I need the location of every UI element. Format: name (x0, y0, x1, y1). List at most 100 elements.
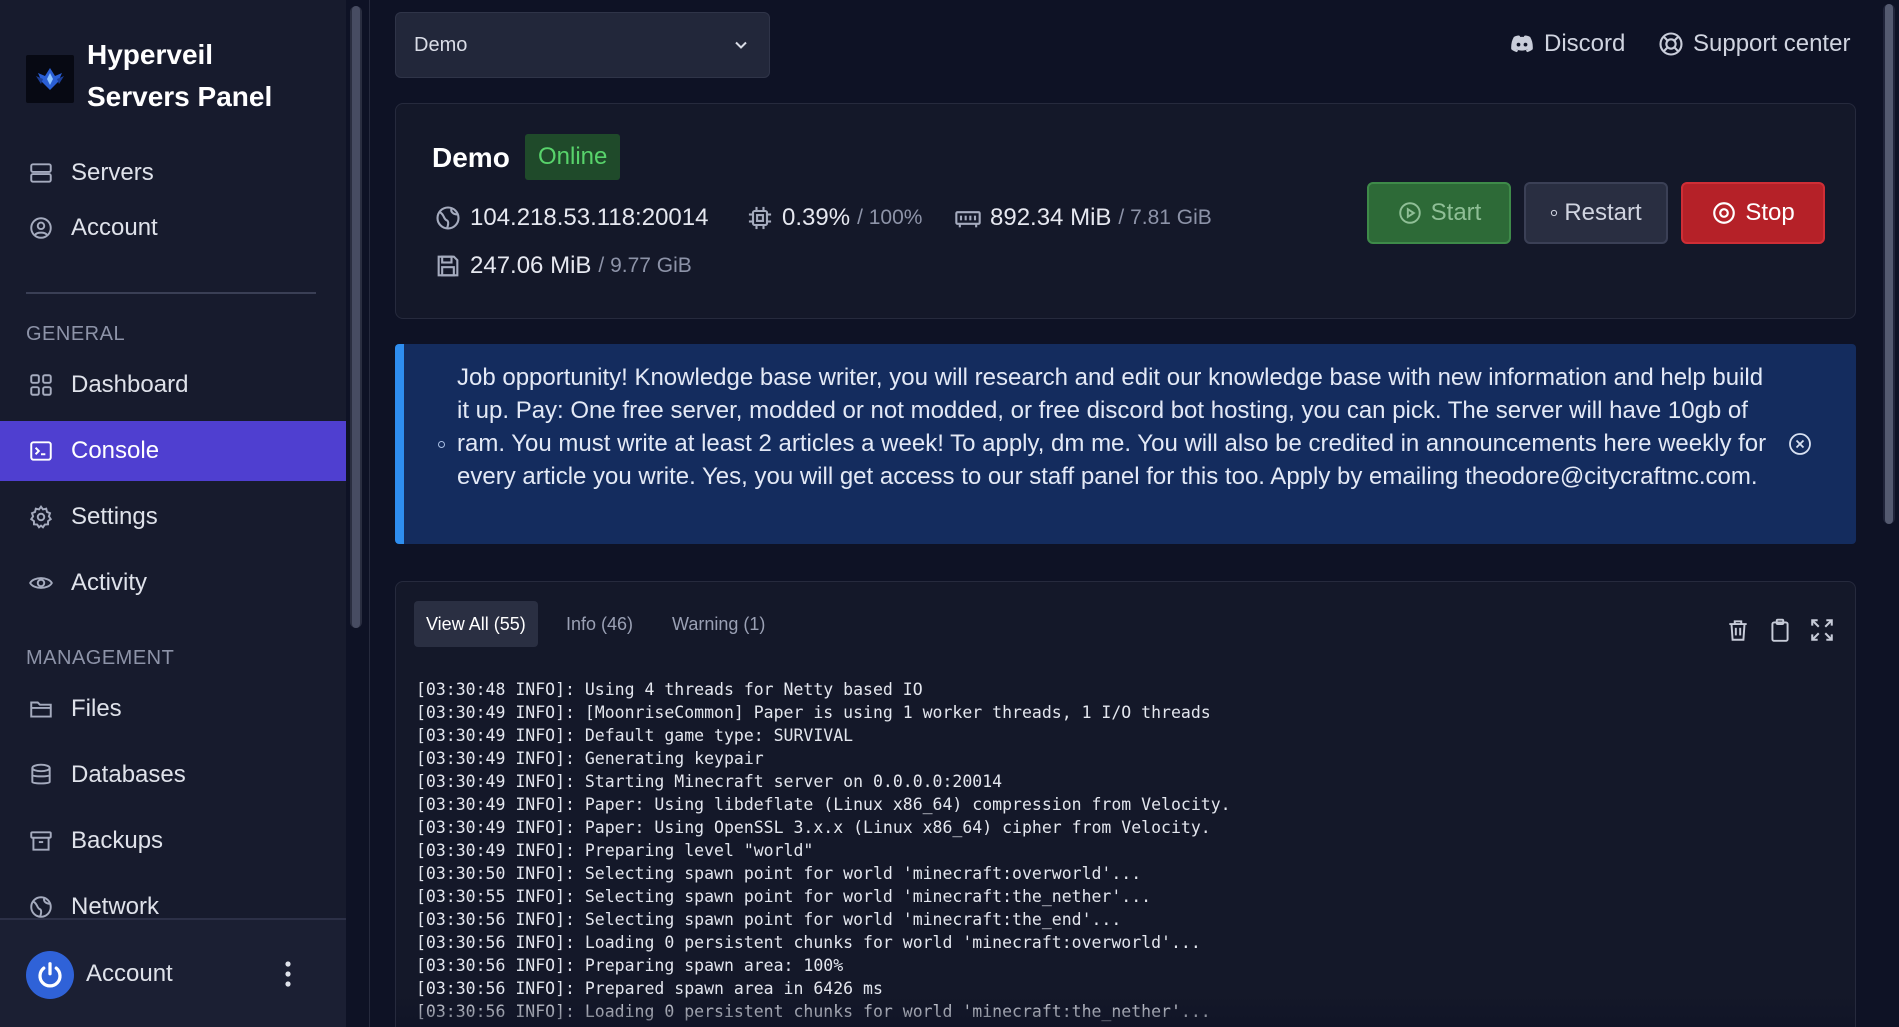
stop-label: Stop (1745, 199, 1795, 226)
sidebar-scrollbar-thumb[interactable] (352, 6, 360, 628)
gear-icon (28, 504, 54, 530)
restart-label: Restart (1564, 199, 1642, 226)
sidebar-item-label: Console (71, 437, 160, 464)
user-circle-icon (28, 215, 54, 241)
sidebar-item-dashboard[interactable]: Dashboard (0, 355, 346, 415)
sidebar-item-label: Account (71, 214, 158, 241)
user-name: Account (86, 960, 173, 987)
stop-button[interactable]: Stop (1681, 182, 1825, 244)
user-bar: Account (0, 918, 346, 1027)
console-line: [03:30:55 INFO]: Selecting spawn point f… (416, 887, 1152, 906)
sidebar-item-label: Files (71, 695, 122, 722)
folder-icon (28, 696, 54, 722)
cpu-stat: 0.39% / 100% (746, 204, 922, 232)
console-card: [03:30:48 INFO]: Using 4 threads for Net… (395, 581, 1856, 1027)
sidebar-item-label: Databases (71, 761, 186, 788)
sidebar-separator (369, 0, 370, 1027)
sidebar-item-servers[interactable]: Servers (0, 143, 346, 203)
discord-link[interactable]: Discord (1508, 30, 1625, 58)
disk-stat: 247.06 MiB / 9.77 GiB (434, 252, 692, 280)
globe-icon (434, 204, 462, 232)
tab-view-all[interactable]: View All (55) (414, 601, 538, 647)
console-line: [03:30:49 INFO]: Generating keypair (416, 749, 764, 768)
console-line: [03:30:56 INFO]: Selecting spawn point f… (416, 910, 1122, 929)
floppy-disk-icon (434, 252, 462, 280)
support-center-label: Support center (1693, 30, 1851, 57)
support-center-link[interactable]: Support center (1657, 30, 1850, 58)
memory-limit: / 7.81 GiB (1118, 206, 1212, 229)
brand[interactable]: Hyperveil Servers Panel (26, 34, 272, 118)
console-line: [03:30:56 INFO]: Preparing spawn area: 1… (416, 956, 844, 975)
brand-name-line1: Hyperveil (87, 39, 214, 70)
memory-icon (954, 204, 982, 232)
announcement-text: Job opportunity! Knowledge base writer, … (457, 364, 1767, 490)
server-select-value: Demo (414, 33, 468, 56)
memory-value: 892.34 MiB (990, 204, 1112, 231)
console-line: [03:30:50 INFO]: Selecting spawn point f… (416, 864, 1142, 883)
sidebar-item-files[interactable]: Files (0, 679, 346, 739)
status-badge: Online (525, 134, 621, 180)
more-options-icon[interactable] (282, 958, 294, 990)
server-card: Demo Online 104.218.53.118:20014 0.39% /… (395, 103, 1856, 319)
clipboard-icon[interactable] (1767, 616, 1793, 644)
sidebar-item-console[interactable]: Console (0, 421, 346, 481)
sidebar-item-backups[interactable]: Backups (0, 811, 346, 871)
sidebar-item-label: Dashboard (71, 371, 189, 398)
sidebar-item-label: Network (71, 893, 160, 920)
chevron-down-icon (731, 35, 751, 55)
server-select[interactable]: Demo (395, 12, 770, 78)
start-button[interactable]: Start (1367, 182, 1511, 244)
disk-limit: / 9.77 GiB (598, 254, 692, 277)
sidebar-item-activity[interactable]: Activity (0, 553, 346, 613)
alert-bullet-icon (438, 441, 445, 448)
tab-info[interactable]: Info (46) (554, 601, 645, 647)
database-icon (28, 762, 54, 788)
sidebar-item-label: Backups (71, 827, 164, 854)
terminal-icon (28, 438, 54, 464)
discord-icon (1508, 30, 1536, 58)
console-line: [03:30:49 INFO]: Preparing level "world" (416, 841, 814, 860)
sidebar-item-settings[interactable]: Settings (0, 487, 346, 547)
play-circle-icon (1397, 200, 1423, 226)
eye-icon (28, 570, 54, 596)
avatar[interactable] (26, 951, 74, 999)
sidebar-item-label: Servers (71, 159, 154, 186)
console-line: [03:30:56 INFO]: Loading 0 persistent ch… (416, 1002, 1211, 1021)
server-address: 104.218.53.118:20014 (434, 204, 708, 232)
sidebar-item-account[interactable]: Account (0, 198, 346, 258)
console-line: [03:30:48 INFO]: Using 4 threads for Net… (416, 680, 923, 699)
trash-icon[interactable] (1725, 616, 1751, 644)
sidebar-item-label: Settings (71, 503, 158, 530)
brand-name-line2: Servers Panel (87, 81, 273, 112)
server-address-value: 104.218.53.118:20014 (470, 204, 709, 231)
brand-logo-icon (26, 54, 74, 103)
console-line: [03:30:49 INFO]: Paper: Using libdeflate… (416, 795, 1231, 814)
console-line: [03:30:49 INFO]: [MoonriseCommon] Paper … (416, 703, 1211, 722)
expand-icon[interactable] (1809, 616, 1835, 644)
archive-icon (28, 828, 54, 854)
server-icon (28, 160, 54, 186)
console-line: [03:30:56 INFO]: Prepared spawn area in … (416, 979, 883, 998)
lifebuoy-icon (1657, 30, 1685, 58)
console-line: [03:30:49 INFO]: Paper: Using OpenSSL 3.… (416, 818, 1211, 837)
announcement-alert: Job opportunity! Knowledge base writer, … (395, 344, 1856, 544)
restart-button[interactable]: Restart (1524, 182, 1668, 244)
section-label-general: GENERAL (26, 323, 126, 345)
page-scrollbar-thumb[interactable] (1885, 4, 1893, 524)
sidebar-item-label: Activity (71, 569, 148, 596)
console-line: [03:30:49 INFO]: Default game type: SURV… (416, 726, 854, 745)
console-line: [03:30:56 INFO]: Loading 0 persistent ch… (416, 933, 1201, 952)
tab-warning[interactable]: Warning (1) (660, 601, 777, 647)
restart-dot-icon (1550, 209, 1558, 217)
cpu-limit: / 100% (857, 206, 923, 229)
section-label-management: MANAGEMENT (26, 647, 175, 669)
console-output[interactable]: [03:30:48 INFO]: Using 4 threads for Net… (416, 678, 1816, 1027)
sidebar: Hyperveil Servers Panel Servers Account … (0, 0, 346, 1027)
cpu-icon (746, 204, 774, 232)
close-icon[interactable] (1788, 432, 1812, 456)
sidebar-item-databases[interactable]: Databases (0, 745, 346, 805)
disk-value: 247.06 MiB (470, 252, 592, 279)
cpu-value: 0.39% (782, 204, 851, 231)
stop-circle-icon (1711, 200, 1737, 226)
grid-icon (28, 372, 54, 398)
